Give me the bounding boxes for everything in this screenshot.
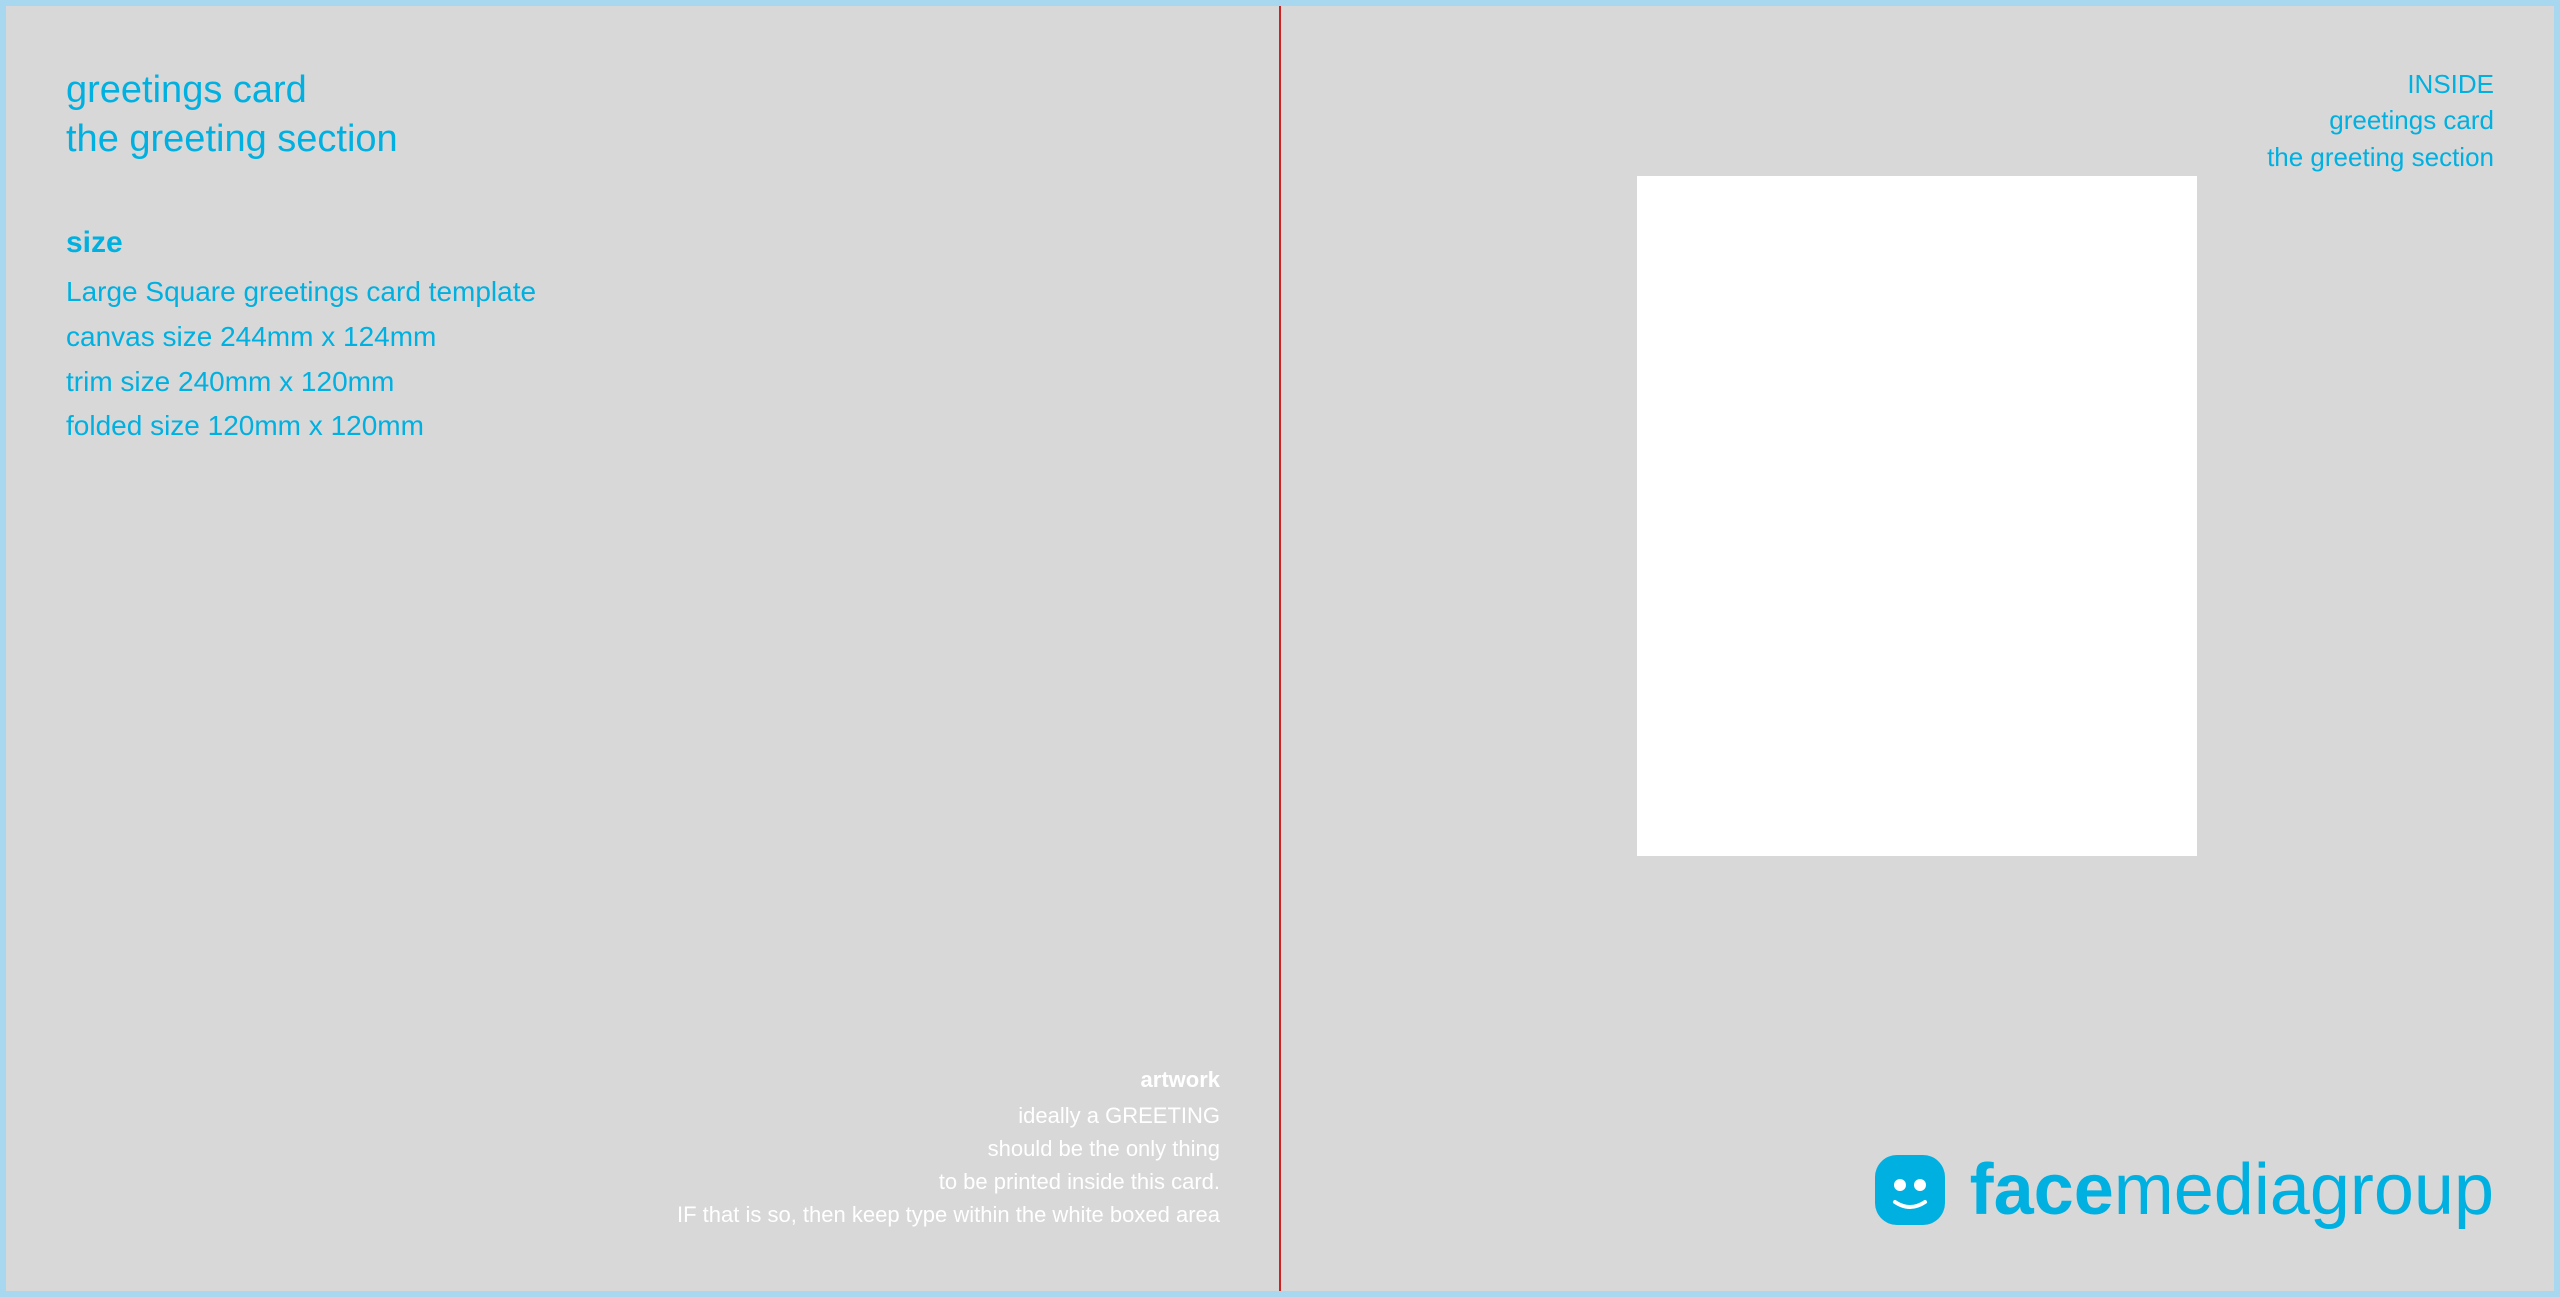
left-title-main: greetings card: [66, 66, 398, 115]
logo-face: face: [1970, 1150, 2114, 1230]
size-line3: trim size 240mm x 120mm: [66, 360, 536, 405]
artwork-line1: ideally a GREETING: [677, 1099, 1220, 1132]
artwork-line2: should be the only thing: [677, 1132, 1220, 1165]
size-info: Large Square greetings card template can…: [66, 270, 536, 449]
artwork-line3: to be printed inside this card.: [677, 1165, 1220, 1198]
size-label: size: [66, 226, 536, 260]
artwork-line4: IF that is so, then keep type within the…: [677, 1198, 1220, 1231]
artwork-text: ideally a GREETING should be the only th…: [677, 1099, 1220, 1231]
facemedia-icon: [1870, 1150, 1950, 1230]
size-line1: Large Square greetings card template: [66, 270, 536, 315]
inside-card: greetings card: [2267, 102, 2494, 138]
size-line4: folded size 120mm x 120mm: [66, 404, 536, 449]
page-container: greetings card the greeting section size…: [0, 0, 2560, 1297]
size-block: size Large Square greetings card templat…: [66, 226, 536, 449]
logo-area: facemediagroup: [1870, 1149, 2494, 1231]
artwork-title: artwork: [677, 1067, 1220, 1093]
center-divider: [1279, 6, 1281, 1291]
size-line2: canvas size 244mm x 124mm: [66, 315, 536, 360]
logo-mediagroup: mediagroup: [2114, 1150, 2494, 1230]
right-panel: INSIDE greetings card the greeting secti…: [1280, 6, 2554, 1291]
right-inside-label: INSIDE greetings card the greeting secti…: [2267, 66, 2494, 175]
left-panel: greetings card the greeting section size…: [6, 6, 1280, 1291]
artwork-note: artwork ideally a GREETING should be the…: [677, 1067, 1220, 1231]
left-title: greetings card the greeting section: [66, 66, 398, 165]
inside-word: INSIDE: [2267, 66, 2494, 102]
inside-section: the greeting section: [2267, 139, 2494, 175]
logo-text: facemediagroup: [1970, 1149, 2494, 1231]
left-title-sub: the greeting section: [66, 115, 398, 164]
white-card-area: [1637, 176, 2197, 856]
